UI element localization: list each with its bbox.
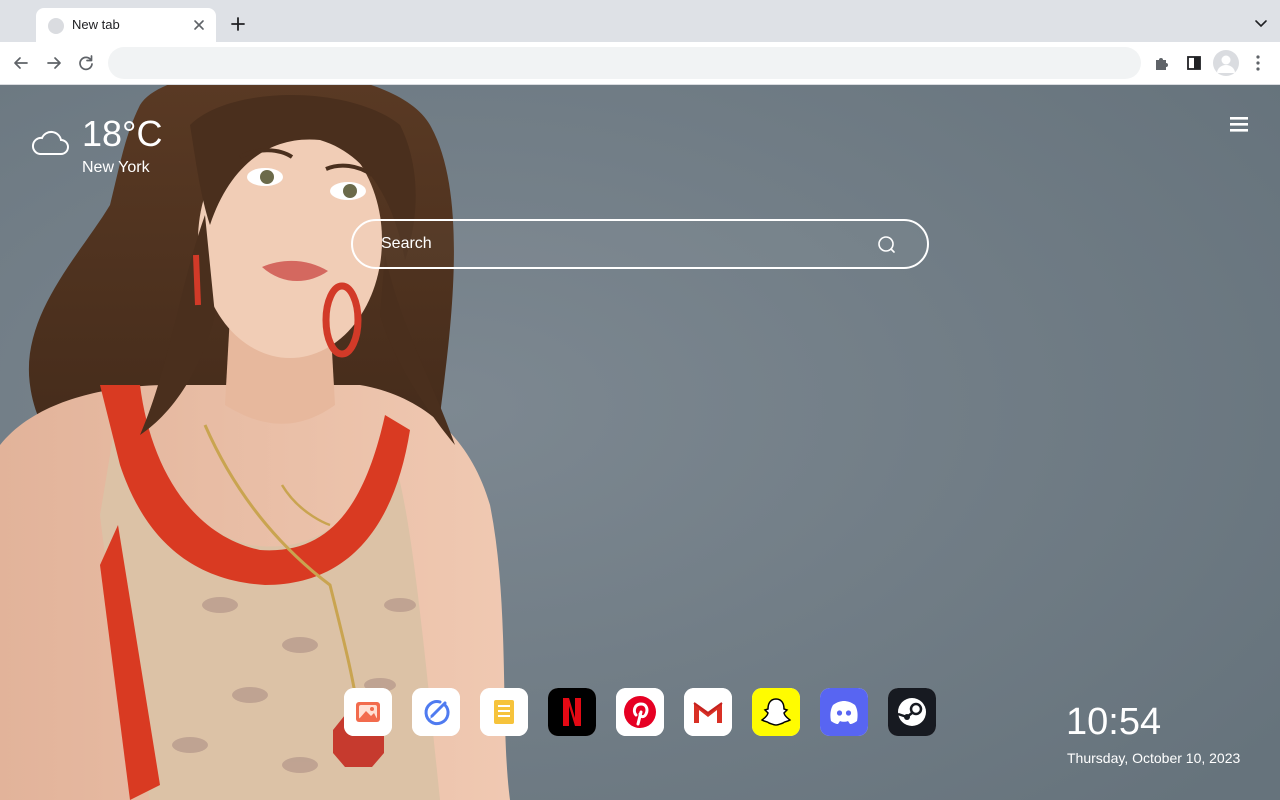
shortcut-discord[interactable]: [820, 688, 868, 736]
new-tab-plus-icon[interactable]: [228, 14, 248, 34]
temperature: 18°C: [82, 113, 163, 154]
hamburger-menu-icon[interactable]: [1226, 114, 1252, 136]
browser-toolbar: [0, 42, 1280, 85]
forward-arrow-icon[interactable]: [43, 52, 65, 74]
notes-icon: [480, 688, 528, 736]
shortcut-gmail[interactable]: [684, 688, 732, 736]
city-name: New York: [82, 159, 150, 176]
shortcut-netflix[interactable]: [548, 688, 596, 736]
search-input[interactable]: [381, 221, 861, 267]
tab-favicon-icon: [48, 18, 64, 34]
gmail-icon: [684, 688, 732, 736]
steam-icon: [888, 688, 936, 736]
netflix-icon: [548, 688, 596, 736]
clock-time: 10:54: [1066, 701, 1162, 743]
shortcut-edit-check[interactable]: [412, 688, 460, 736]
snapchat-icon: [752, 688, 800, 736]
discord-icon: [820, 688, 868, 736]
new-tab-page: 18°C New York Search 10:54 Thursday, Oct…: [0, 85, 1280, 800]
address-bar[interactable]: [108, 47, 1141, 79]
shortcut-snapchat[interactable]: [752, 688, 800, 736]
back-arrow-icon[interactable]: [10, 52, 32, 74]
side-panel-icon[interactable]: [1183, 52, 1205, 74]
search-bar[interactable]: [351, 219, 929, 269]
cloud-icon: [31, 130, 69, 155]
shortcut-notes[interactable]: [480, 688, 528, 736]
tab-strip: New tab: [0, 0, 1280, 42]
profile-avatar[interactable]: [1213, 50, 1239, 76]
tab-title: New tab: [72, 17, 120, 32]
shortcut-steam[interactable]: [888, 688, 936, 736]
profile-person-icon: [1217, 55, 1235, 73]
extensions-puzzle-icon[interactable]: [1151, 52, 1173, 74]
kebab-menu-icon[interactable]: [1247, 52, 1269, 74]
reload-icon[interactable]: [75, 52, 97, 74]
close-icon[interactable]: [190, 16, 208, 34]
clock-date: Thursday, October 10, 2023: [1067, 750, 1241, 766]
pinterest-icon: [616, 688, 664, 736]
edit-check-icon: [412, 688, 460, 736]
photos-icon: [344, 688, 392, 736]
shortcut-pinterest[interactable]: [616, 688, 664, 736]
search-icon[interactable]: [877, 235, 897, 255]
tab-new-tab[interactable]: New tab: [36, 8, 216, 42]
shortcut-photos[interactable]: [344, 688, 392, 736]
chevron-down-icon[interactable]: [1254, 16, 1268, 30]
